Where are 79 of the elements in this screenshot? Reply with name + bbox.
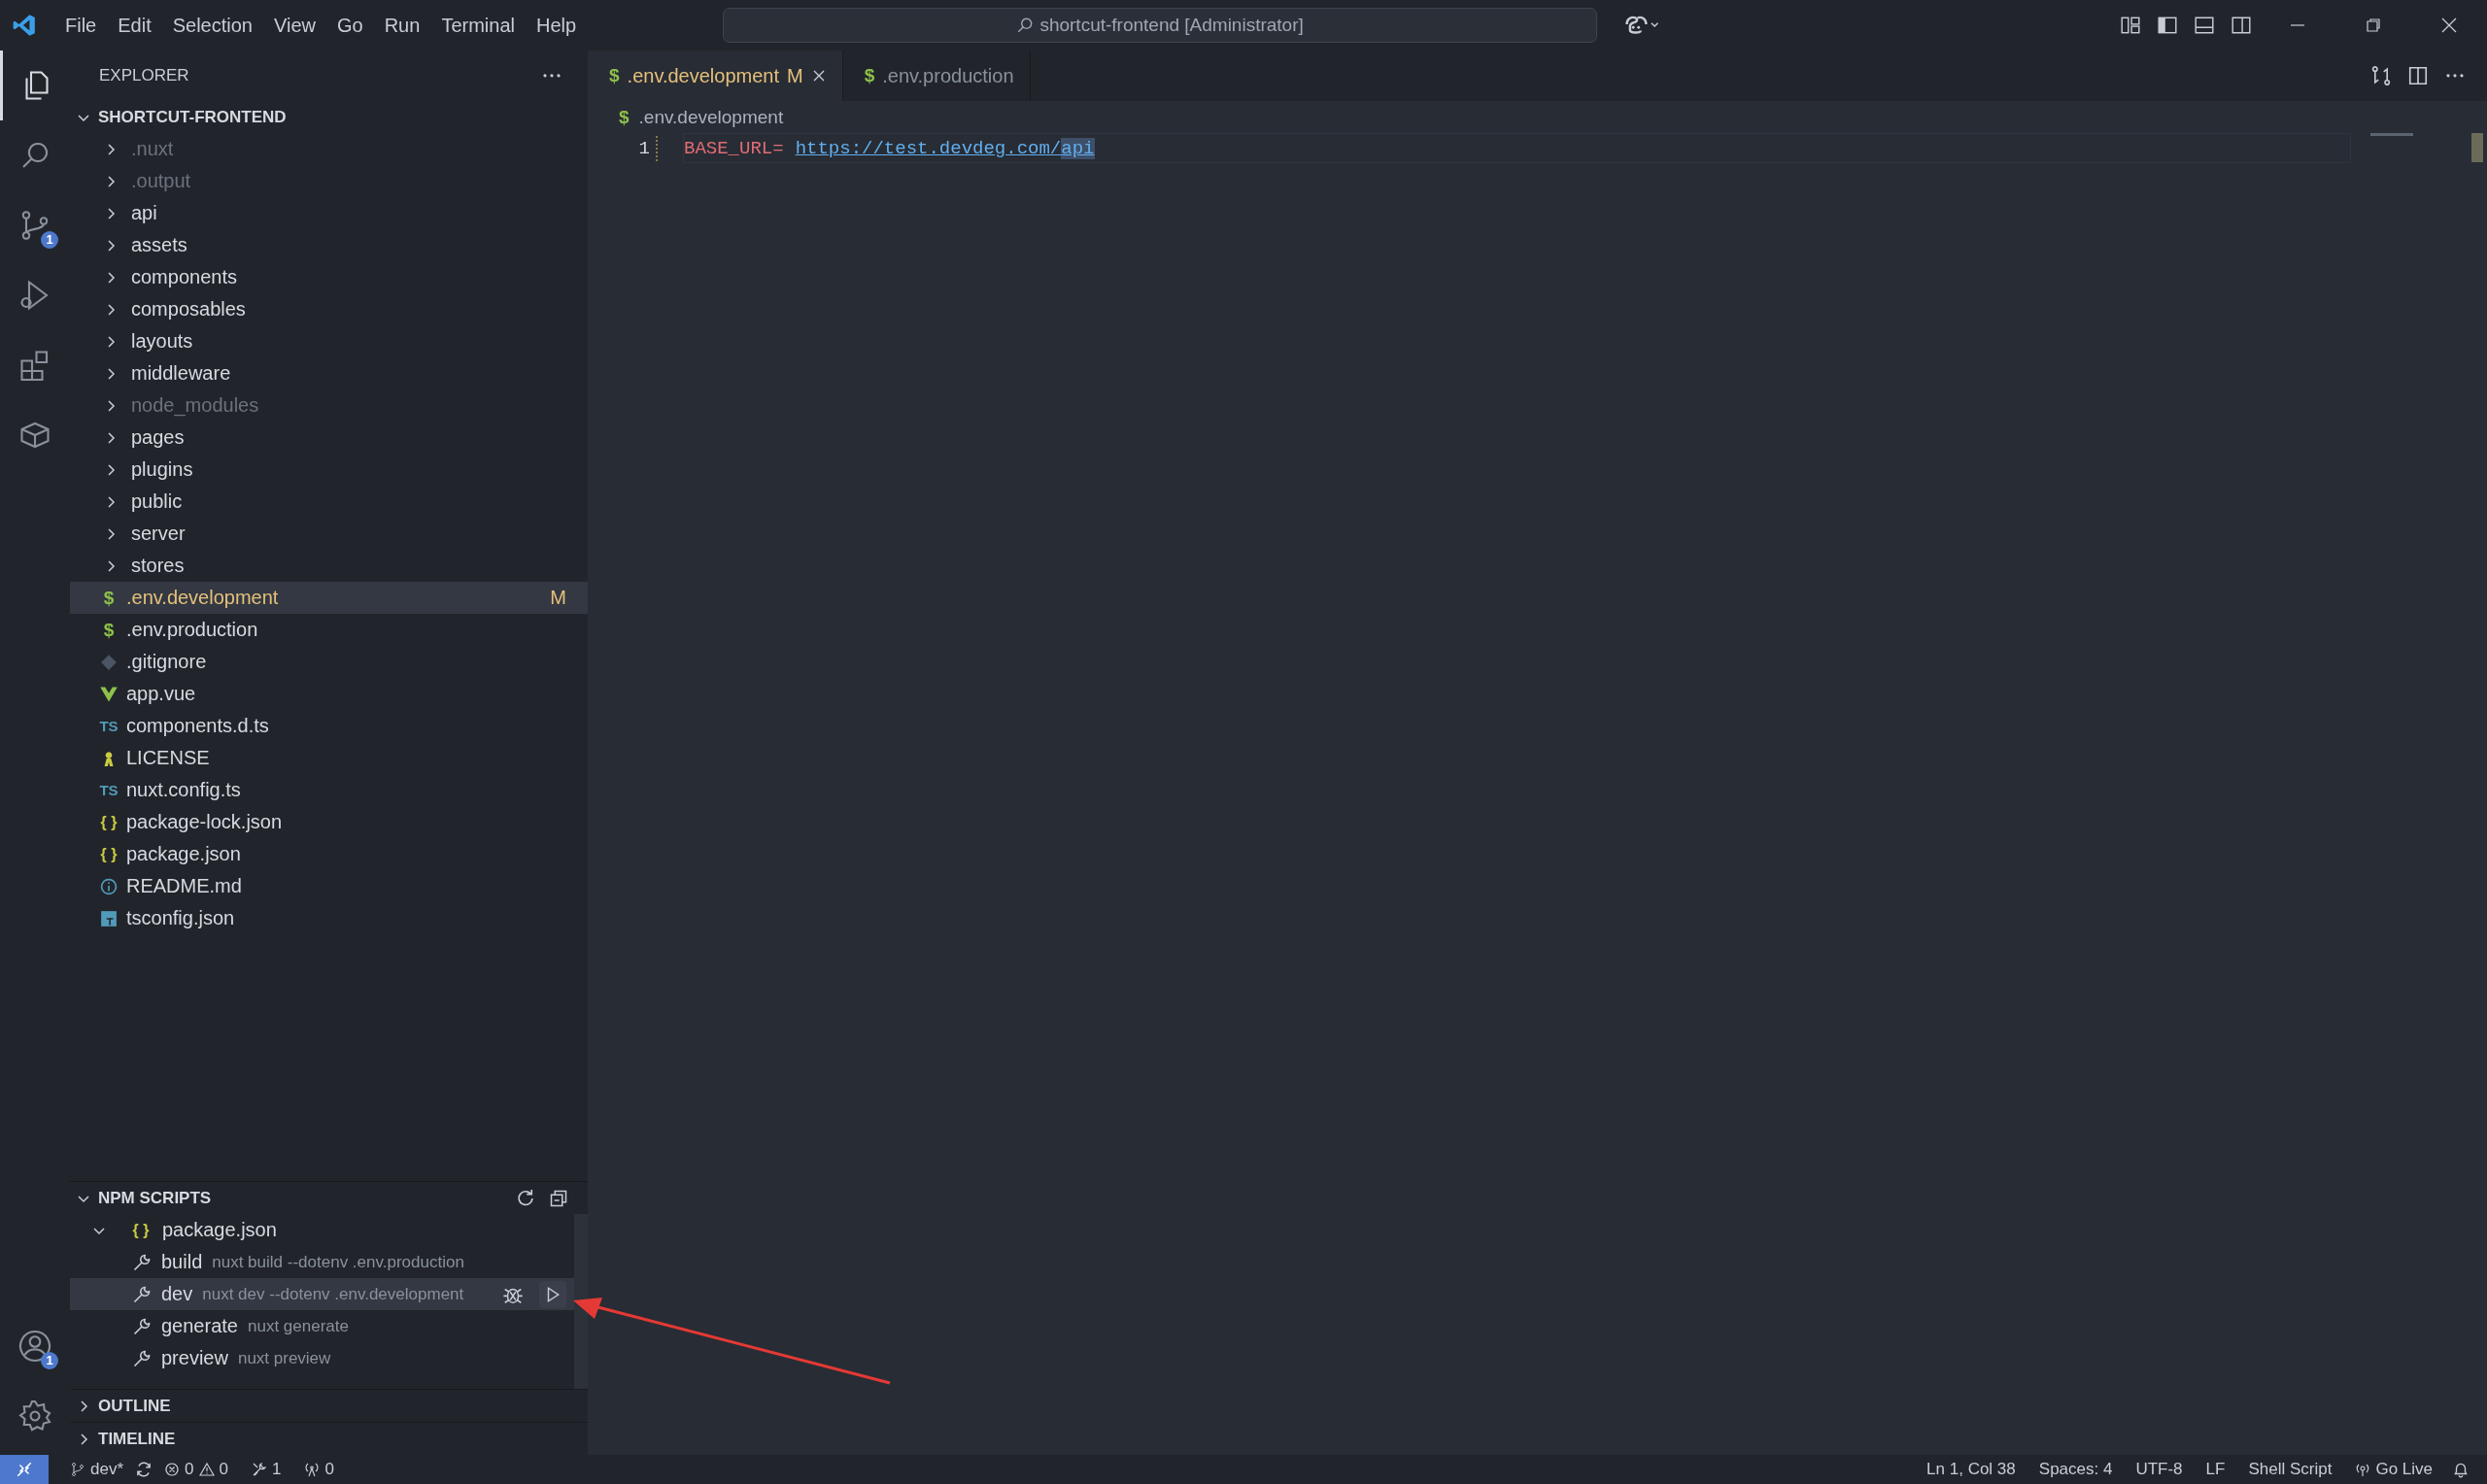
command-center-text: shortcut-frontend [Administrator] <box>1039 15 1304 36</box>
file-tree-item[interactable]: { } package-lock.json <box>70 806 588 838</box>
file-tree-item[interactable]: $ .env.development M <box>70 582 588 614</box>
code-keyword: BASE_URL= <box>684 137 784 159</box>
file-tree-item[interactable]: pages <box>70 422 588 454</box>
branch-name[interactable]: dev* <box>90 1460 124 1479</box>
npm-script-item[interactable]: preview nuxt preview <box>70 1342 574 1374</box>
file-tree-item[interactable]: { } package.json <box>70 838 588 870</box>
file-tree-item[interactable]: public <box>70 486 588 518</box>
warning-count[interactable]: 0 <box>219 1460 228 1479</box>
file-tree-item[interactable]: LICENSE <box>70 742 588 774</box>
modified-status-label: M <box>550 587 566 609</box>
section-header[interactable]: NPM SCRIPTS <box>70 1181 588 1214</box>
line-number: 1 <box>637 137 651 159</box>
file-tree-item[interactable]: assets <box>70 229 588 261</box>
status-item[interactable]: Shell Script <box>2236 1460 2344 1479</box>
file-type-icon: $ <box>609 65 620 86</box>
code-link[interactable]: api <box>1061 137 1095 159</box>
tools-count[interactable]: 1 <box>271 1460 282 1479</box>
menu-item[interactable]: Run <box>373 14 431 37</box>
status-item[interactable]: Spaces: 4 <box>2027 1460 2125 1479</box>
menu-item[interactable]: File <box>54 14 108 37</box>
file-tree-item[interactable]: TS components.d.ts <box>70 710 588 742</box>
menu-item[interactable]: Terminal <box>430 14 526 37</box>
breadcrumb[interactable]: .env.development <box>638 106 784 128</box>
file-tree-item[interactable]: app.vue <box>70 678 588 710</box>
sidebar-title: EXPLORER <box>99 66 189 85</box>
file-type-icon: { } <box>97 813 120 831</box>
activity-item[interactable]: 1 <box>0 1311 70 1381</box>
status-item[interactable]: UTF-8 <box>2124 1460 2195 1479</box>
file-tree-item[interactable]: api <box>70 197 588 229</box>
menu-item[interactable]: Selection <box>161 14 263 37</box>
npm-script-item[interactable]: generate nuxt generate <box>70 1310 574 1342</box>
menu-item[interactable]: Help <box>525 14 588 37</box>
activity-item[interactable]: 1 <box>0 190 70 260</box>
file-tree-item[interactable]: plugins <box>70 454 588 486</box>
command-center-field[interactable]: shortcut-frontend [Administrator] <box>723 8 1598 43</box>
file-type-icon: $ <box>619 106 630 128</box>
editor-tab[interactable]: $ .env.production <box>842 51 1031 101</box>
npm-script-item[interactable]: build nuxt build --dotenv .env.production <box>70 1246 574 1278</box>
file-tree-item[interactable]: TS nuxt.config.ts <box>70 774 588 806</box>
status-item[interactable]: LF <box>2194 1460 2237 1479</box>
file-tree-item[interactable]: components <box>70 261 588 293</box>
file-tree-item[interactable]: tsconfig.json <box>70 902 588 934</box>
script-command: nuxt preview <box>237 1348 331 1368</box>
project-header[interactable]: SHORTCUT-FRONTEND <box>70 101 588 133</box>
section-header[interactable]: OUTLINE <box>70 1389 588 1422</box>
file-tree-item[interactable]: README.md <box>70 870 588 902</box>
file-tree-item[interactable]: middleware <box>70 357 588 389</box>
script-command: nuxt build --dotenv .env.production <box>212 1252 464 1272</box>
file-tree-item[interactable]: server <box>70 518 588 550</box>
file-tree-item[interactable]: stores <box>70 550 588 582</box>
editor-tab[interactable]: $ .env.development M <box>588 51 843 101</box>
file-type-icon: $ <box>97 587 120 609</box>
count-badge: 1 <box>41 231 58 249</box>
file-type-icon: { } <box>129 1221 153 1239</box>
npm-script-item[interactable]: dev nuxt dev --dotenv .env.development <box>70 1278 574 1310</box>
script-command: nuxt dev --dotenv .env.development <box>202 1284 464 1304</box>
menu-item[interactable]: Go <box>326 14 374 37</box>
menu-item[interactable]: Edit <box>107 14 162 37</box>
file-type-icon: { } <box>97 845 120 863</box>
file-tree-item[interactable]: layouts <box>70 325 588 357</box>
file-tree-item[interactable]: composables <box>70 293 588 325</box>
status-item[interactable]: Ln 1, Col 38 <box>1915 1460 2027 1479</box>
file-type-icon: $ <box>97 619 120 641</box>
file-tree-item[interactable]: .gitignore <box>70 646 588 678</box>
modified-status-label: M <box>787 64 803 87</box>
code-link[interactable]: https://test.devdeg.com/ <box>795 137 1062 159</box>
file-type-icon: TS <box>97 718 120 734</box>
script-command: nuxt generate <box>247 1316 349 1336</box>
ports-count[interactable]: 0 <box>324 1460 334 1479</box>
go-live-button[interactable]: Go Live <box>2375 1460 2433 1479</box>
file-tree-item[interactable]: $ .env.production <box>70 614 588 646</box>
file-type-icon: TS <box>97 782 120 798</box>
file-type-icon: $ <box>864 65 875 86</box>
menu-item[interactable]: View <box>263 14 326 37</box>
package-item[interactable]: { } package.json <box>70 1214 574 1246</box>
count-badge: 1 <box>41 1352 58 1369</box>
error-count[interactable]: 0 <box>185 1460 194 1479</box>
